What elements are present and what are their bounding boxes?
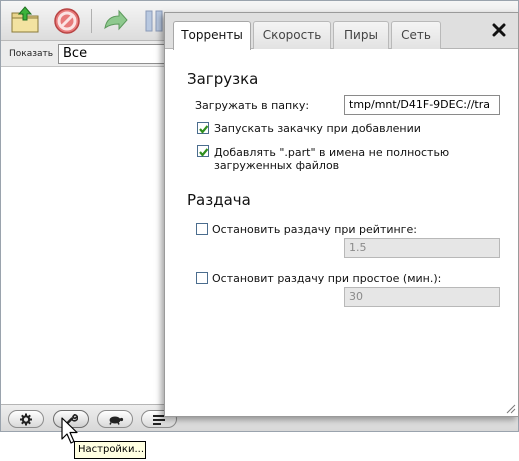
ratio-limit-checkbox[interactable] bbox=[196, 223, 208, 235]
torrents-settings-panel: Загрузка Загружать в папку: tmp/mnt/D41F… bbox=[165, 50, 518, 416]
start-on-add-label: Запускать закачку при добавлении bbox=[214, 122, 421, 135]
checkmark-icon bbox=[199, 148, 209, 157]
download-folder-input[interactable]: tmp/mnt/D41F-9DEC://tra bbox=[344, 95, 500, 115]
open-torrent-icon[interactable] bbox=[9, 4, 41, 36]
seeding-heading: Раздача bbox=[187, 191, 251, 209]
idle-limit-label: Остановит раздачу при простое (мин.): bbox=[212, 272, 442, 285]
gear-icon bbox=[20, 413, 32, 426]
start-on-add-checkbox[interactable] bbox=[197, 122, 209, 134]
filter-select[interactable]: Все bbox=[58, 44, 178, 64]
checkmark-icon bbox=[199, 125, 209, 134]
part-suffix-label-line2: загруженных файлов bbox=[214, 159, 340, 172]
turtle-icon bbox=[109, 416, 124, 425]
part-suffix-checkbox[interactable] bbox=[197, 145, 209, 157]
download-folder-label: Загружать в папку: bbox=[195, 99, 310, 112]
remove-torrent-icon[interactable] bbox=[51, 4, 83, 36]
preferences-tooltip: Настройки... bbox=[74, 441, 146, 459]
close-icon bbox=[492, 23, 506, 37]
preferences-dialog: Торренты Скорость Пиры Сеть Загрузка Заг… bbox=[164, 12, 519, 417]
tab-peers[interactable]: Пиры bbox=[333, 21, 389, 49]
close-button[interactable] bbox=[492, 23, 506, 37]
filter-label: Показать bbox=[9, 49, 54, 59]
ratio-limit-label: Остановить раздачу при рейтинге: bbox=[212, 223, 417, 236]
gear-button[interactable] bbox=[8, 410, 44, 428]
turtle-button[interactable] bbox=[97, 410, 133, 428]
ratio-limit-input[interactable]: 1.5 bbox=[344, 238, 500, 258]
tab-speed[interactable]: Скорость bbox=[253, 21, 331, 49]
preferences-tab-bar: Торренты Скорость Пиры Сеть bbox=[165, 13, 518, 50]
idle-limit-checkbox[interactable] bbox=[196, 272, 208, 284]
download-heading: Загрузка bbox=[187, 70, 259, 88]
part-suffix-label-line1: Добавлять ".part" в имена не полностью bbox=[214, 146, 450, 159]
toolbar-separator bbox=[91, 9, 92, 33]
tab-network[interactable]: Сеть bbox=[391, 21, 441, 49]
resume-torrent-icon[interactable] bbox=[99, 4, 131, 36]
idle-limit-input[interactable]: 30 bbox=[344, 287, 500, 307]
tab-torrents[interactable]: Торренты bbox=[173, 21, 251, 50]
resize-grip-icon[interactable] bbox=[504, 402, 516, 414]
